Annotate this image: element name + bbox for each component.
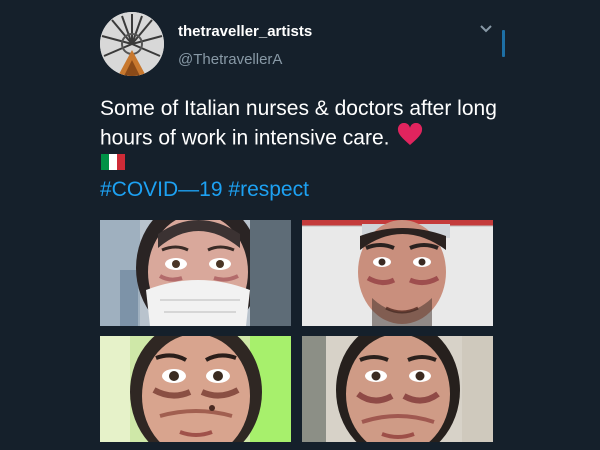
male-doctor-photo[interactable] [302, 220, 493, 326]
user-handle[interactable]: @ThetravellerA [178, 51, 282, 68]
scrollbar-indicator[interactable] [502, 30, 505, 57]
hashtag-respect-link[interactable]: #respect [228, 178, 309, 201]
tweet-body: Some of Italian nurses & doctors after l… [100, 97, 497, 150]
italy-flag-icon [101, 154, 125, 170]
tweet-card: thetraveller_artists @ThetravellerA Some… [0, 0, 600, 450]
tweet-text: Some of Italian nurses & doctors after l… [100, 94, 500, 155]
photo-grid [100, 220, 493, 442]
hashtag-covid19-link[interactable]: #COVID—19 [100, 178, 223, 201]
avatar-image [100, 12, 164, 76]
nurse-with-mask-photo[interactable] [100, 220, 291, 326]
display-name[interactable]: thetraveller_artists [178, 23, 312, 40]
chevron-down-icon[interactable] [478, 22, 494, 34]
hashtags: #COVID—19 #respect [100, 175, 309, 204]
red-heart-icon [397, 122, 423, 155]
nurse-tired-face-photo[interactable] [302, 336, 493, 442]
nurse-bruised-face-photo[interactable] [100, 336, 291, 442]
avatar[interactable] [100, 12, 164, 76]
